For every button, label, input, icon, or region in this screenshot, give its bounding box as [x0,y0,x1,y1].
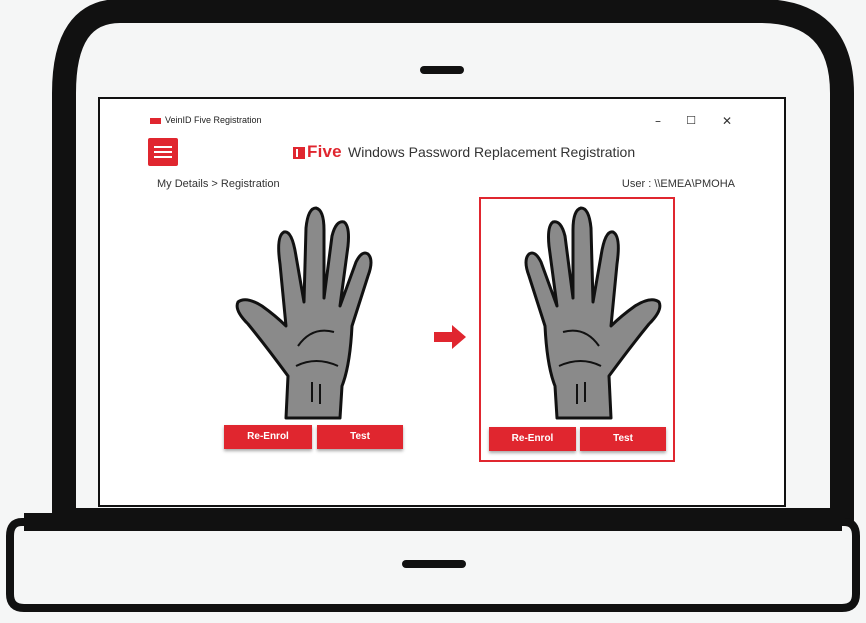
app-window: VeinID Five Registration – ☐ ✕ Five Wind… [121,108,763,491]
maximize-button[interactable]: ☐ [679,112,703,130]
brand-logo-icon [293,147,305,159]
header-bar: Five Windows Password Replacement Regist… [121,134,763,174]
title-bar: VeinID Five Registration – ☐ ✕ [121,108,763,134]
brand-name: Five [307,142,342,161]
menu-button[interactable] [148,138,178,166]
minimize-button[interactable]: – [646,112,670,130]
arrow-right-icon [434,325,466,349]
user-label: User : \\EMEA\PMOHA [621,178,735,190]
left-re-enrol-button[interactable]: Re-Enrol [224,425,312,449]
left-test-button[interactable]: Test [317,425,403,449]
app-logo-icon [150,118,161,124]
right-test-button[interactable]: Test [580,427,666,451]
right-re-enrol-button[interactable]: Re-Enrol [489,427,576,451]
hamburger-icon [154,146,172,148]
page-title: Windows Password Replacement Registratio… [348,144,636,160]
selected-hand-highlight [479,197,675,462]
breadcrumb: My Details > Registration [157,178,280,190]
close-button[interactable]: ✕ [715,112,739,130]
window-title: VeinID Five Registration [165,115,262,125]
left-hand-icon [235,206,373,420]
